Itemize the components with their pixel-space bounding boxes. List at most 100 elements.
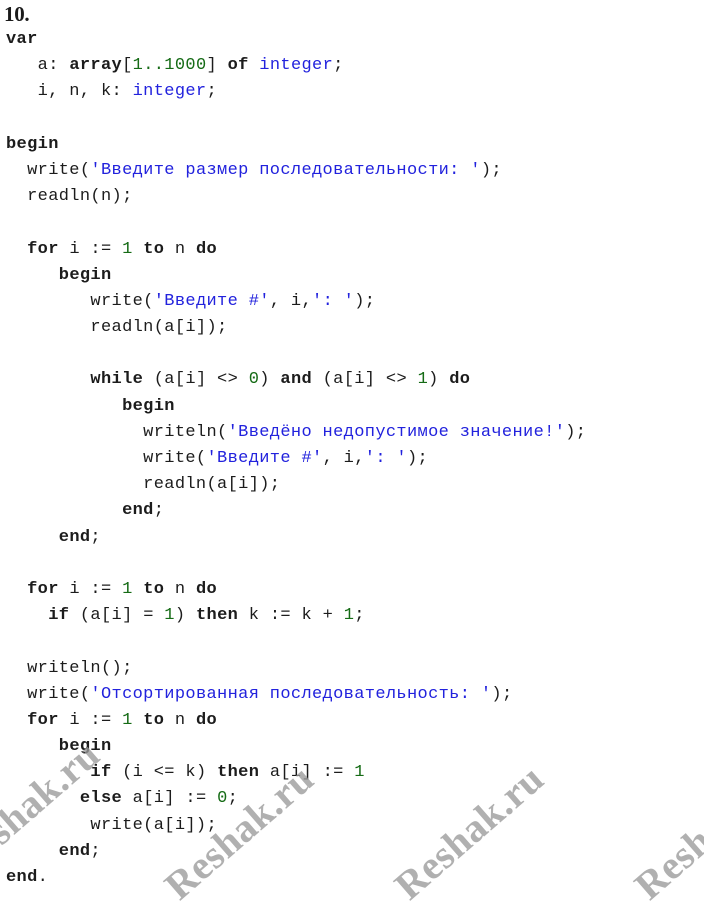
code-token-plain: write( [6,684,91,704]
code-line: begin [0,394,704,420]
code-token-plain: , i, [269,291,313,311]
code-token-plain: ) [428,370,450,390]
code-token-plain: write(a[i]); [6,815,218,835]
code-token-plain: i := [58,239,123,259]
code-token-plain: n [164,239,196,259]
code-token-plain: ); [491,684,513,704]
code-token-kw: for [27,239,59,259]
code-line: readln(a[i]); [0,315,704,341]
code-token-kw: to [143,710,165,730]
code-line: write('Введите #', i,': '); [0,289,704,315]
code-line: i, n, k: integer; [0,79,704,105]
code-token-plain: (a[i] = [69,606,165,626]
code-token-num: 1 [417,370,429,390]
code-token-kw: end [6,868,38,887]
code-token-plain: ; [206,82,218,102]
code-token-plain: [ [122,56,133,76]
code-token-plain: write( [6,160,91,180]
code-token-plain: write( [6,291,154,311]
code-token-plain: ] [206,56,228,76]
code-token-plain: ); [407,449,429,468]
code-token-kw: array [69,56,123,76]
code-token-plain: k := k + [238,606,344,626]
code-token-kw: do [449,370,471,390]
code-line: end; [0,498,704,524]
code-token-plain: ; [153,501,165,521]
code-token-str: ': ' [312,291,355,311]
code-token-plain: (a[i] <> [312,370,418,390]
code-token-plain: ; [354,606,365,626]
code-token-plain: (a[i] <> [143,370,249,390]
code-line: for i := 1 to n do [0,577,704,603]
code-token-plain: ); [565,422,587,442]
code-token-num: 0 [217,789,228,809]
code-token-plain: a: [6,56,70,76]
code-token-kw: do [195,239,218,259]
code-token-plain: (i <= k) [111,763,218,783]
code-token-kw: do [195,710,218,730]
code-token-num: 1 [122,579,133,599]
code-token-kw: else [79,789,123,809]
code-token-num: 1 [354,763,365,783]
code-token-num: 1 [164,606,175,626]
code-token-str: 'Введите #' [206,449,323,468]
code-line: write('Отсортированная последовательност… [0,682,704,708]
code-line: writeln(); [0,656,704,682]
code-line: for i := 1 to n do [0,237,704,263]
code-line: end; [0,839,704,865]
code-token-kw: then [217,763,260,783]
code-token-kw: end [58,527,91,547]
code-token-kw: then [195,606,239,626]
code-token-kw: do [195,579,218,599]
code-token-kw: to [143,239,165,259]
code-token-plain: i := [58,579,123,599]
code-token-str: 'Отсортированная последовательность: ' [90,684,492,704]
code-token-kw: for [27,579,59,599]
code-token-kw: to [143,579,165,599]
code-token-plain: ); [354,291,376,311]
code-token-num: 1 [122,239,133,259]
code-line: if (i <= k) then a[i] := 1 [0,760,704,786]
code-token-kw: if [48,606,70,626]
code-token-plain: ; [227,789,239,809]
code-line: begin [0,263,704,289]
code-line: readln(a[i]); [0,472,704,498]
code-line: a: array[1..1000] of integer; [0,53,704,79]
code-token-kw: end [58,841,91,861]
code-line: write('Введите размер последовательности… [0,158,704,184]
code-token-num: 1 [122,710,133,730]
code-line: end; [0,525,704,551]
code-line: if (a[i] = 1) then k := k + 1; [0,603,704,629]
code-line: while (a[i] <> 0) and (a[i] <> 1) do [0,367,704,393]
code-token-kw: of [227,56,249,76]
code-token-plain: readln(a[i]); [6,318,228,338]
code-token-kw: begin [6,134,59,154]
code-token-kw: begin [122,396,175,416]
code-token-plain: readln(a[i]); [6,475,281,495]
code-token-str: ': ' [364,449,407,468]
code-line: for i := 1 to n do [0,708,704,734]
code-token-type: integer [132,82,207,102]
code-token-plain: ; [90,527,101,547]
code-token-plain: write( [6,449,207,468]
code-token-num: 1..1000 [132,56,207,76]
code-token-plain: ); [480,160,502,180]
